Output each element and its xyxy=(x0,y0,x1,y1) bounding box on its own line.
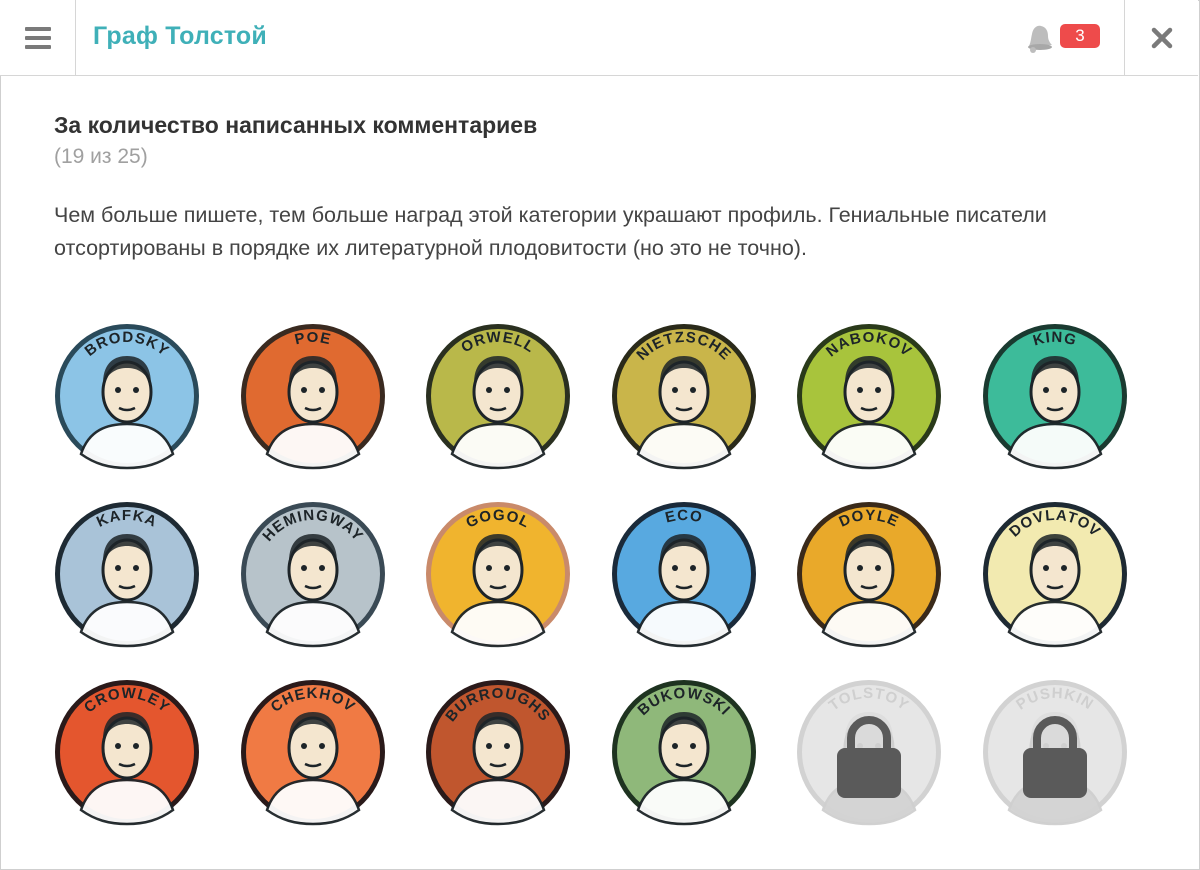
badge-chekhov[interactable]: CHEKHOV xyxy=(239,678,387,826)
menu-button[interactable] xyxy=(0,0,76,75)
badge-nietzsche[interactable]: NIETZSCHE xyxy=(610,322,758,470)
badge-eco[interactable]: ECO xyxy=(610,500,758,648)
badge-doyle[interactable]: DOYLE xyxy=(795,500,943,648)
badge-bukowski[interactable]: BUKOWSKI xyxy=(610,678,758,826)
close-icon xyxy=(1151,27,1173,48)
badge-dovlatov[interactable]: DOVLATOV xyxy=(981,500,1129,648)
bell-icon[interactable] xyxy=(1023,20,1057,54)
section-heading: За количество написанных комментариев xyxy=(54,112,538,138)
badge-grid: BRODSKY POE ORWELL NIETZSCHE NABOKOV KING KAFK… xyxy=(53,322,1133,832)
badge-tolstoy[interactable]: TOLSTOY xyxy=(795,678,943,826)
badge-hemingway[interactable]: HEMINGWAY xyxy=(239,500,387,648)
badge-kafka[interactable]: KAFKA xyxy=(53,500,201,648)
badge-burroughs[interactable]: BURROUGHS xyxy=(424,678,572,826)
badge-name-poe: POE xyxy=(293,329,333,348)
page-title: Граф Толстой xyxy=(93,22,267,50)
section-description: Чем больше пишете, тем больше наград это… xyxy=(54,203,1047,260)
badge-brodsky[interactable]: BRODSKY xyxy=(53,322,201,470)
badge-nabokov[interactable]: NABOKOV xyxy=(795,322,943,470)
close-button[interactable] xyxy=(1124,0,1199,75)
notification-count-badge[interactable]: 3 xyxy=(1060,24,1100,48)
badge-king[interactable]: KING xyxy=(981,322,1129,470)
badge-pushkin[interactable]: PUSHKIN xyxy=(981,678,1129,826)
badge-poe[interactable]: POE xyxy=(239,322,387,470)
badge-name-eco: ECO xyxy=(664,507,705,527)
top-bar: Граф Толстой 3 xyxy=(0,0,1198,76)
badge-crowley[interactable]: CROWLEY xyxy=(53,678,201,826)
hamburger-icon xyxy=(24,26,51,49)
progress-count: (19 из 25) xyxy=(54,145,148,168)
badge-gogol[interactable]: GOGOL xyxy=(424,500,572,648)
badge-orwell[interactable]: ORWELL xyxy=(424,322,572,470)
